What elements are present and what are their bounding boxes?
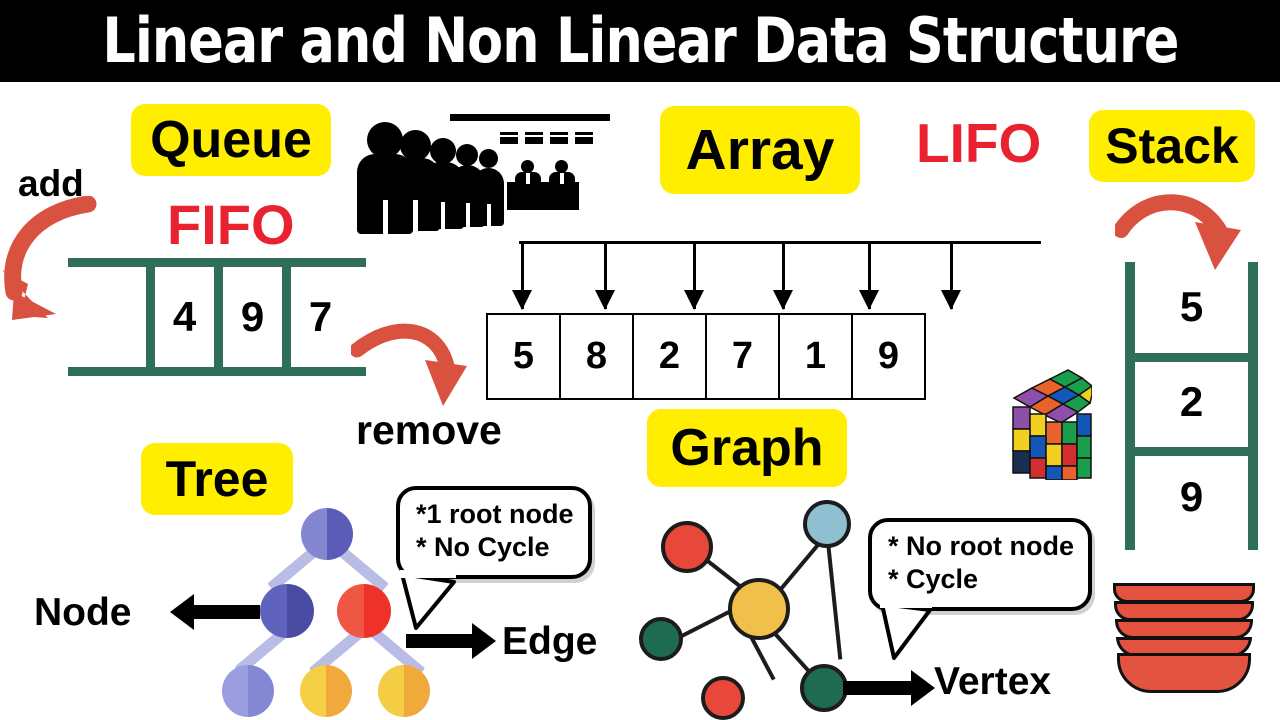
graph-node-red-top xyxy=(661,521,713,573)
tree-node-left-child xyxy=(260,584,314,638)
queue-cell: 4 xyxy=(172,293,197,340)
badge-stack-label: Stack xyxy=(1105,118,1239,174)
node-right-half xyxy=(327,508,353,560)
array-cell: 1 xyxy=(778,313,853,400)
graph-node-red-bottom xyxy=(701,676,745,720)
infographic-canvas: Linear and Non Linear Data Structure Que… xyxy=(0,0,1280,720)
node-right-half xyxy=(248,665,274,717)
queue-cell: 9 xyxy=(240,293,265,340)
array-cell: 2 xyxy=(632,313,707,400)
tree-node-leaf-3 xyxy=(378,665,430,717)
array-index-arrow xyxy=(684,241,704,310)
vertex-pointer-arrow xyxy=(843,670,935,706)
node-right-half xyxy=(404,665,430,717)
tree-callout-tail xyxy=(400,570,456,630)
badge-queue: Queue xyxy=(131,104,331,176)
graph-node-hub xyxy=(728,578,790,640)
graph-node-blue-top xyxy=(803,500,851,548)
badge-queue-label: Queue xyxy=(150,111,312,169)
array-cell: 9 xyxy=(851,313,926,400)
stack-of-plates-icon xyxy=(1113,583,1255,693)
node-left-half xyxy=(300,665,326,717)
node-right-half xyxy=(287,584,314,638)
graph-node-green-bottom xyxy=(800,664,848,712)
node-left-half xyxy=(222,665,248,717)
tree-node-leaf-2 xyxy=(300,665,352,717)
array-index-arrow xyxy=(859,241,879,310)
node-right-half xyxy=(364,584,391,638)
badge-tree: Tree xyxy=(141,443,293,515)
tree-callout-line-1: *1 root node xyxy=(416,499,574,529)
array-index-arrow xyxy=(773,241,793,310)
badge-graph: Graph xyxy=(647,409,847,487)
tree-callout-bubble: *1 root node * No Cycle xyxy=(396,486,592,579)
stack-cell: 2 xyxy=(1179,378,1204,425)
label-edge: Edge xyxy=(502,620,598,663)
array-index-arrow xyxy=(595,241,615,310)
stack-cell: 9 xyxy=(1179,473,1204,520)
node-left-half xyxy=(337,584,364,638)
remove-arrow-icon xyxy=(351,323,467,406)
people-queue-icon xyxy=(345,110,610,260)
array-index-arrow xyxy=(512,241,532,310)
queue-divider xyxy=(146,258,155,376)
node-right-half xyxy=(326,665,352,717)
page-title: Linear and Non Linear Data Structure xyxy=(101,4,1179,77)
title-banner: Linear and Non Linear Data Structure xyxy=(0,0,1280,82)
badge-tree-label: Tree xyxy=(165,451,269,507)
graph-callout-bubble: * No root node * Cycle xyxy=(868,518,1092,611)
badge-graph-label: Graph xyxy=(670,419,824,477)
graph-callout-line-1: * No root node xyxy=(888,531,1074,561)
edge-pointer-arrow xyxy=(406,623,496,659)
badge-array: Array xyxy=(660,106,860,194)
tree-node-root xyxy=(301,508,353,560)
array-structure: 5 8 2 7 1 9 xyxy=(486,313,926,400)
array-cell: 5 xyxy=(486,313,561,400)
badge-array-label: Array xyxy=(685,117,835,182)
badge-stack: Stack xyxy=(1089,110,1255,182)
graph-callout-line-2: * Cycle xyxy=(888,564,979,595)
node-pointer-arrow xyxy=(170,594,260,630)
node-left-half xyxy=(378,665,404,717)
rubiks-cube-icon xyxy=(1000,368,1094,481)
stack-cell: 5 xyxy=(1179,283,1204,330)
array-index-rail xyxy=(519,241,1041,244)
tree-node-right-child xyxy=(337,584,391,638)
array-index-arrow xyxy=(941,241,961,310)
label-fifo: FIFO xyxy=(167,193,295,256)
queue-divider xyxy=(282,258,291,376)
graph-edge xyxy=(826,541,843,660)
queue-divider xyxy=(214,258,223,376)
node-left-half xyxy=(260,584,287,638)
stack-structure: 5 2 9 xyxy=(1125,262,1258,550)
label-node: Node xyxy=(34,591,132,634)
label-vertex: Vertex xyxy=(934,660,1052,703)
queue-structure: 4 9 7 xyxy=(68,258,366,376)
label-lifo: LIFO xyxy=(916,112,1042,174)
array-cell: 8 xyxy=(559,313,634,400)
graph-node-green-left xyxy=(639,617,683,661)
tree-callout-line-2: * No Cycle xyxy=(416,532,550,563)
graph-callout-tail xyxy=(880,600,932,660)
tree-node-leaf-1 xyxy=(222,665,274,717)
node-left-half xyxy=(301,508,327,560)
array-cell: 7 xyxy=(705,313,780,400)
queue-cell: 7 xyxy=(308,293,333,340)
